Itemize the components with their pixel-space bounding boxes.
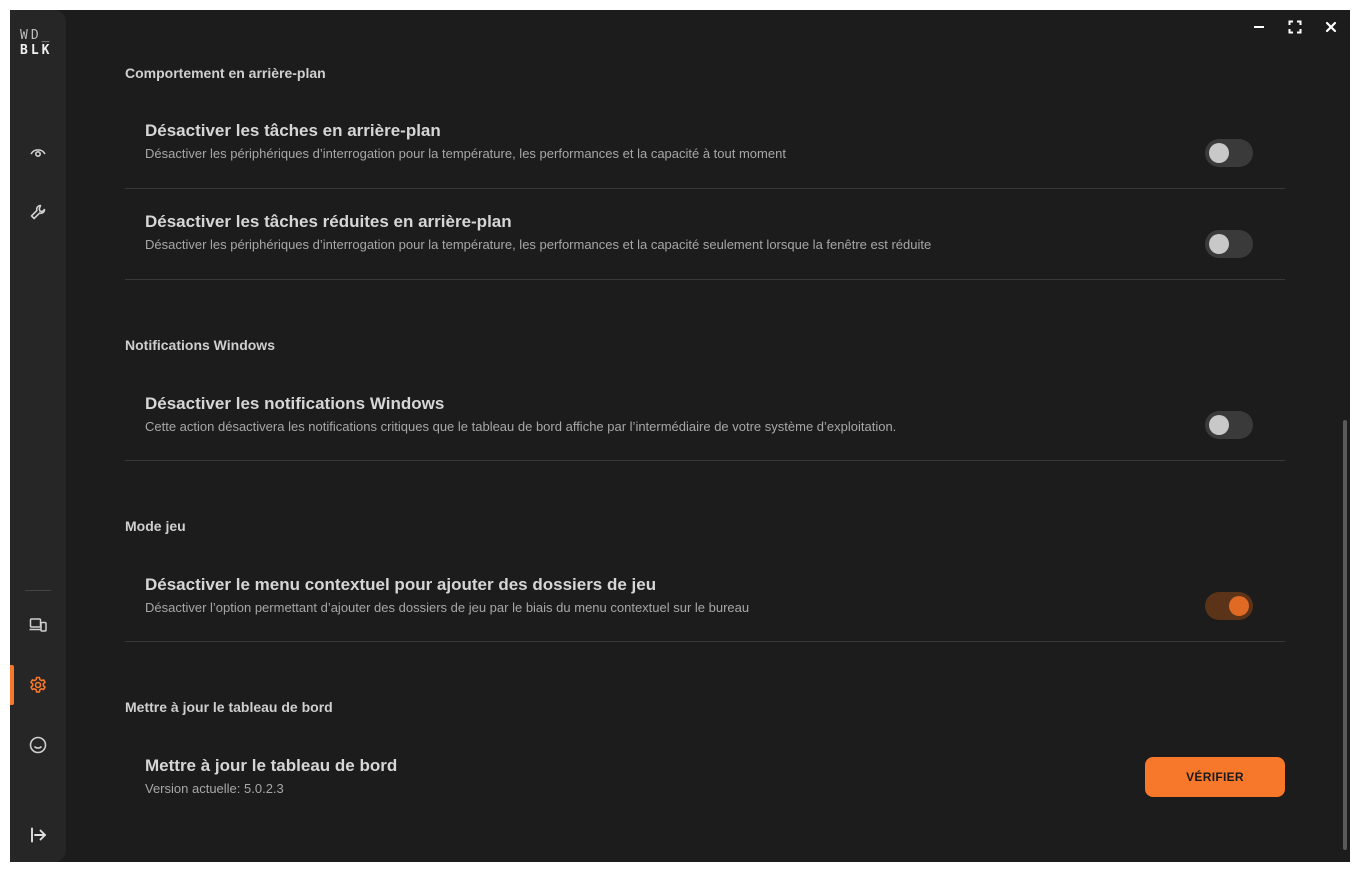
setting-description: Désactiver l’option permettant d’ajouter…: [145, 600, 750, 615]
wd-black-logo: WD_ BLK: [20, 28, 60, 58]
setting-row-context-menu: Désactiver le menu contextuel pour ajout…: [125, 561, 1285, 642]
sidebar-item-dashboard[interactable]: [10, 132, 66, 172]
setting-row-minimized-tasks: Désactiver les tâches réduites en arrièr…: [125, 189, 1285, 280]
setting-description: Cette action désactivera les notificatio…: [145, 419, 897, 434]
close-icon: [1325, 21, 1337, 33]
sidebar-item-devices[interactable]: [10, 605, 66, 645]
sidebar-divider: [25, 590, 51, 591]
sidebar: WD_ BLK: [10, 10, 66, 862]
logo-line-1: WD_: [20, 28, 53, 43]
eye-icon: [30, 149, 46, 158]
section-title-game-mode: Mode jeu: [125, 518, 186, 534]
sidebar-item-logout[interactable]: [10, 815, 66, 855]
setting-title: Désactiver les tâches réduites en arrièr…: [145, 212, 512, 231]
toggle-context-menu[interactable]: [1205, 592, 1253, 620]
toggle-minimized-tasks[interactable]: [1205, 230, 1253, 258]
close-button[interactable]: [1322, 18, 1340, 36]
logo-line-2: BLK: [20, 43, 53, 58]
toggle-knob: [1229, 596, 1249, 616]
current-version-text: Version actuelle: 5.0.2.3: [145, 781, 284, 796]
sidebar-item-tools[interactable]: [10, 192, 66, 232]
maximize-button[interactable]: [1286, 18, 1304, 36]
gear-icon: [30, 676, 46, 693]
setting-title: Désactiver le menu contextuel pour ajout…: [145, 575, 657, 594]
maximize-icon: [1288, 20, 1302, 34]
devices-icon: [29, 618, 47, 632]
app-window: WD_ BLK Comportement en arrière-plan Dés…: [10, 10, 1350, 862]
verify-update-button[interactable]: VÉRIFIER: [1145, 757, 1285, 797]
setting-title: Désactiver les notifications Windows: [145, 394, 445, 413]
scrollbar-thumb[interactable]: [1343, 420, 1347, 850]
smiley-icon: [29, 736, 47, 754]
wrench-icon: [30, 204, 46, 220]
setting-title: Désactiver les tâches en arrière-plan: [145, 121, 441, 140]
section-title-update: Mettre à jour le tableau de bord: [125, 699, 333, 715]
setting-row-windows-notifications: Désactiver les notifications Windows Cet…: [125, 380, 1285, 461]
section-title-background: Comportement en arrière-plan: [125, 65, 326, 81]
section-title-notifications: Notifications Windows: [125, 337, 275, 353]
sidebar-item-feedback[interactable]: [10, 725, 66, 765]
setting-description: Désactiver les périphériques d’interroga…: [145, 146, 786, 161]
toggle-windows-notifications[interactable]: [1205, 411, 1253, 439]
setting-description: Désactiver les périphériques d’interroga…: [145, 237, 932, 252]
toggle-background-tasks[interactable]: [1205, 139, 1253, 167]
sidebar-item-settings[interactable]: [10, 665, 66, 705]
toggle-knob: [1209, 415, 1229, 435]
update-setting-title: Mettre à jour le tableau de bord: [145, 756, 398, 775]
settings-content: Comportement en arrière-plan Désactiver …: [125, 10, 1285, 862]
setting-row-background-tasks: Désactiver les tâches en arrière-plan Dé…: [125, 108, 1285, 189]
toggle-knob: [1209, 143, 1229, 163]
logout-icon: [31, 827, 46, 843]
toggle-knob: [1209, 234, 1229, 254]
